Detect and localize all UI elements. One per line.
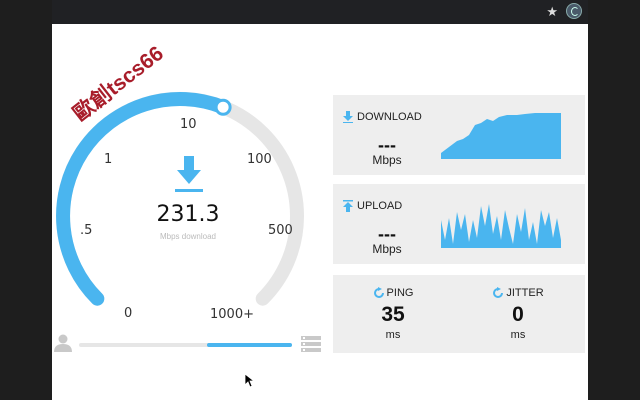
download-unit: Mbps bbox=[372, 153, 402, 167]
ping-unit: ms bbox=[385, 329, 401, 341]
gauge-knob bbox=[214, 98, 232, 116]
jitter-label: JITTER bbox=[506, 287, 544, 299]
extension-icon[interactable] bbox=[566, 3, 582, 19]
upload-title: UPLOAD bbox=[343, 200, 402, 212]
ping-label: PING bbox=[386, 287, 414, 299]
upload-label: UPLOAD bbox=[357, 200, 403, 212]
jitter-unit: ms bbox=[510, 329, 526, 341]
upload-unit: Mbps bbox=[372, 242, 402, 256]
download-title: DOWNLOAD bbox=[343, 111, 422, 123]
upload-card: UPLOAD --- Mbps bbox=[333, 184, 585, 264]
download-speed-value: 231.3 bbox=[156, 202, 220, 227]
tick-100: 100 bbox=[247, 152, 272, 167]
download-arrow-icon bbox=[343, 111, 353, 123]
jitter-title: JITTER bbox=[468, 287, 568, 299]
tick-1000: 1000+ bbox=[210, 307, 254, 322]
tick-500: 500 bbox=[268, 223, 293, 238]
star-icon[interactable]: ★ bbox=[546, 4, 558, 20]
speedtest-page: 歐創tscs66 0 .5 1 10 100 500 1000+ 231.3 M… bbox=[52, 24, 588, 400]
download-graph bbox=[441, 113, 561, 159]
test-progress-bar bbox=[79, 343, 292, 347]
refresh-icon bbox=[373, 287, 384, 298]
upload-graph bbox=[441, 204, 561, 248]
avatar-icon[interactable] bbox=[54, 334, 72, 352]
download-label: DOWNLOAD bbox=[357, 111, 422, 123]
download-card: DOWNLOAD --- Mbps bbox=[333, 95, 585, 175]
tick-0: 0 bbox=[124, 306, 133, 321]
cursor-icon bbox=[245, 374, 255, 388]
ping-metric: PING 35 ms bbox=[343, 287, 443, 341]
jitter-value: 0 bbox=[512, 303, 524, 326]
ping-title: PING bbox=[343, 287, 443, 299]
test-progress-fill bbox=[206, 343, 292, 347]
gauge-fill bbox=[56, 92, 231, 306]
latency-card: PING 35 ms JITTER 0 ms bbox=[333, 275, 585, 353]
refresh-icon bbox=[493, 287, 504, 298]
tick-0-5: .5 bbox=[80, 223, 93, 238]
upload-arrow-icon bbox=[343, 200, 353, 212]
server-icon[interactable] bbox=[301, 336, 321, 352]
browser-toolbar: ★ bbox=[52, 0, 588, 24]
download-speed-unit: Mbps download bbox=[159, 232, 217, 241]
jitter-metric: JITTER 0 ms bbox=[468, 287, 568, 341]
download-arrow-icon bbox=[175, 156, 203, 192]
tick-10: 10 bbox=[180, 117, 197, 132]
ping-value: 35 bbox=[381, 303, 405, 326]
tick-1: 1 bbox=[104, 152, 113, 167]
